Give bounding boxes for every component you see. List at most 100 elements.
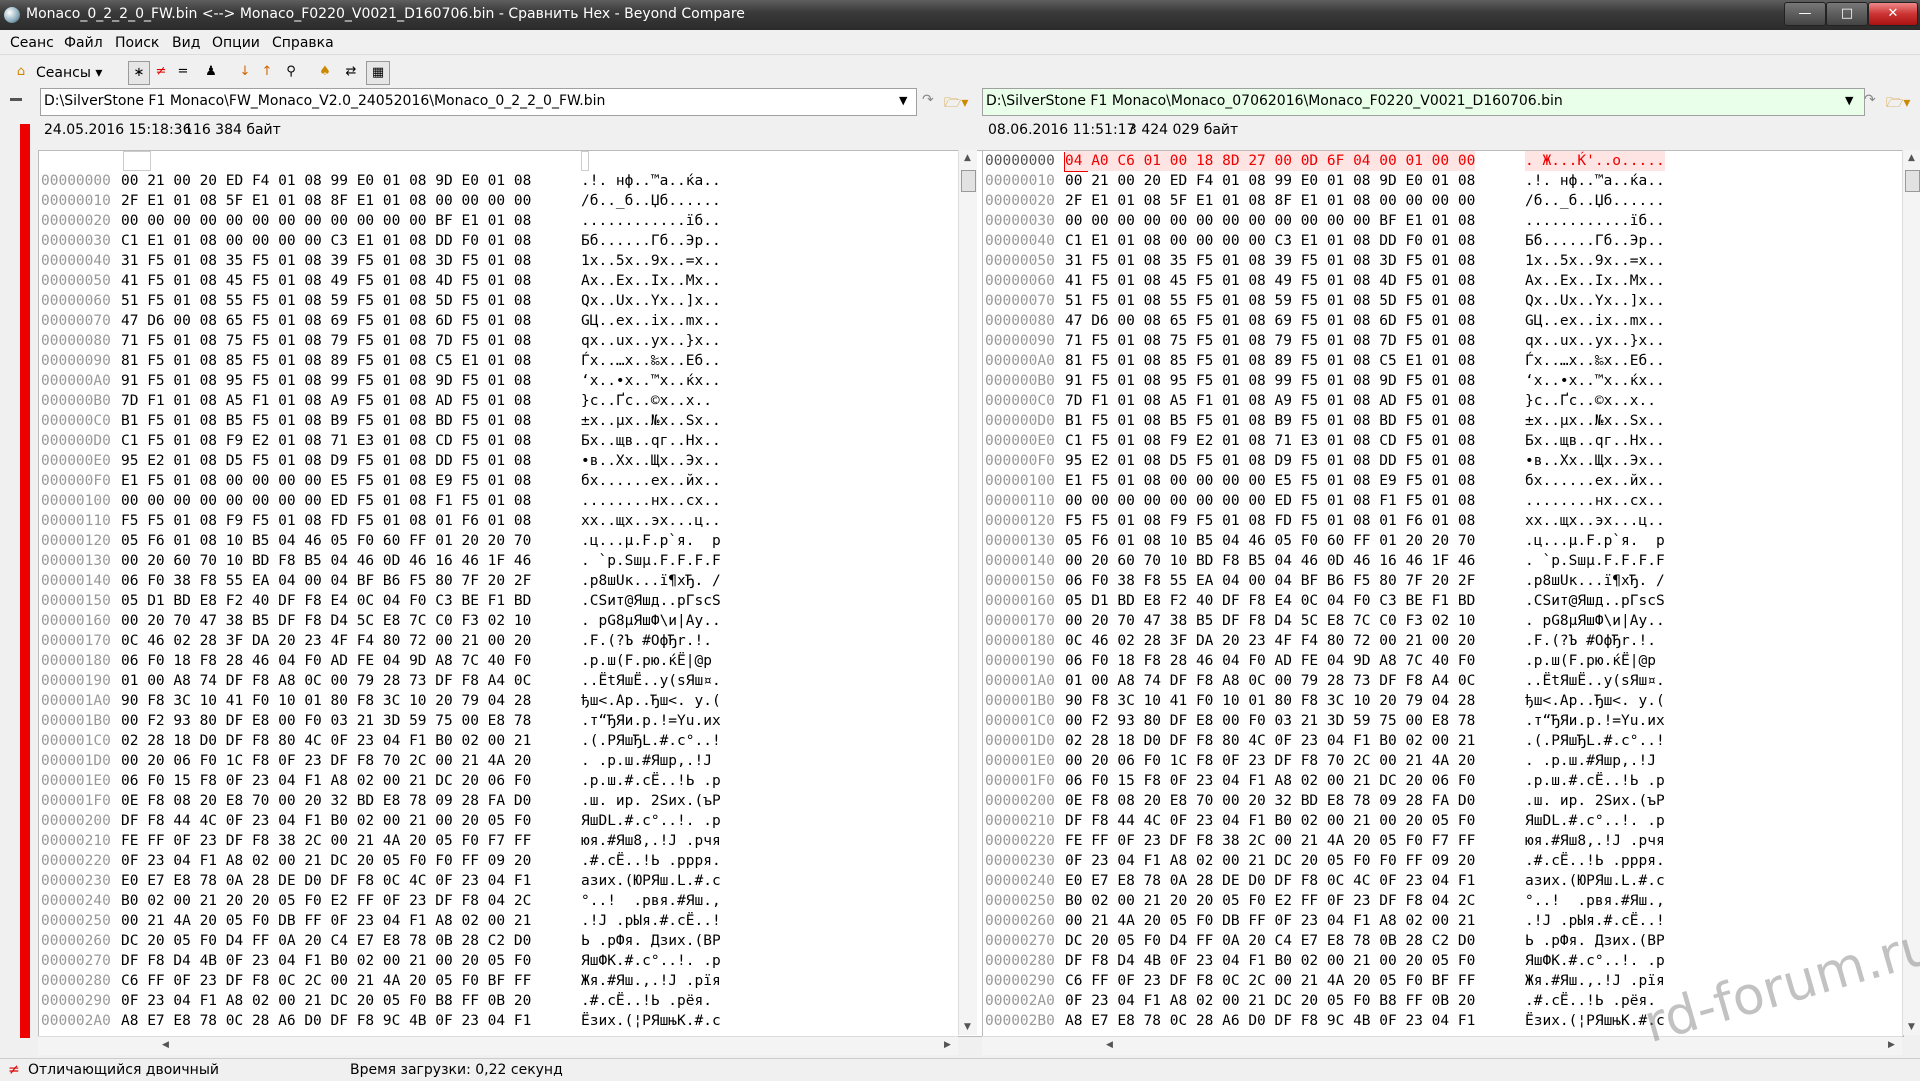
hex-row[interactable]: 00000190 01 00 A8 74 DF F8 A8 0C 00 79 28… [41,671,941,691]
hex-row[interactable]: 000000A0 81 F5 01 08 85 F5 01 08 89 F5 01… [985,351,1885,371]
hex-row[interactable]: 000001D0 02 28 18 D0 DF F8 80 4C 0F 23 04… [985,731,1885,751]
hex-row[interactable]: 000001E0 00 20 06 F0 1C F8 0F 23 DF F8 70… [985,751,1885,771]
hex-row[interactable]: 00000060 41 F5 01 08 45 F5 01 08 49 F5 01… [985,271,1885,291]
hex-row[interactable]: 00000280 C6 FF 0F 23 DF F8 0C 2C 00 21 4A… [41,971,941,991]
left-scroll-thumb[interactable] [961,170,976,192]
left-history-icon[interactable]: ↷ [922,92,934,108]
hex-row[interactable]: 00000240 E0 E7 E8 78 0A 28 DE D0 DF F8 0C… [985,871,1885,891]
left-path-dropdown[interactable]: ▼ [899,89,907,113]
maximize-button[interactable]: □ [1826,2,1868,26]
hex-row[interactable]: 000000D0 C1 F5 01 08 F9 E2 01 08 71 E3 01… [41,431,941,451]
hex-row[interactable]: 00000190 06 F0 18 F8 28 46 04 F0 AD FE 04… [985,651,1885,671]
hex-row[interactable]: 00000160 05 D1 BD E8 F2 40 DF F8 E4 0C 04… [985,591,1885,611]
hex-row[interactable]: 00000250 B0 02 00 21 20 20 05 F0 E2 FF 0F… [985,891,1885,911]
hex-row[interactable]: 00000030 00 00 00 00 00 00 00 00 00 00 00… [985,211,1885,231]
hex-row[interactable]: 000000A0 91 F5 01 08 95 F5 01 08 99 F5 01… [41,371,941,391]
hex-row[interactable]: 000000B0 91 F5 01 08 95 F5 01 08 99 F5 01… [985,371,1885,391]
hex-row[interactable]: 000000C0 B1 F5 01 08 B5 F5 01 08 B9 F5 01… [41,411,941,431]
hex-row[interactable]: 00000130 05 F6 01 08 10 B5 04 46 05 F0 60… [985,531,1885,551]
hex-row[interactable]: 00000030 C1 E1 01 08 00 00 00 00 C3 E1 01… [41,231,941,251]
hex-row[interactable]: 000001F0 0E F8 08 20 E8 70 00 20 32 BD E8… [41,791,941,811]
right-hex-pane[interactable]: 00000000 04 A0 C6 01 00 18 8D 27 00 0D 6F… [982,150,1904,1037]
right-history-icon[interactable]: ↷ [1864,92,1876,108]
right-browse-icon[interactable]: 🗁▾ [1886,92,1910,116]
hex-row[interactable]: 00000270 DC 20 05 F0 D4 FF 0A 20 C4 E7 E8… [985,931,1885,951]
menu-search[interactable]: Поиск [115,35,159,51]
rules-icon[interactable]: ♟ [200,61,222,83]
left-horizontal-scrollbar[interactable]: ◀ ▶ [38,1036,958,1055]
hex-row[interactable]: 00000160 00 20 70 47 38 B5 DF F8 D4 5C E8… [41,611,941,631]
prev-diff-icon[interactable]: ↑ [258,61,276,83]
hex-row[interactable]: 000000B0 7D F1 01 08 A5 F1 01 08 A9 F5 01… [41,391,941,411]
hex-row[interactable]: 00000010 2F E1 01 08 5F E1 01 08 8F E1 01… [41,191,941,211]
menu-session[interactable]: Сеанс [10,35,54,51]
hex-row[interactable]: 00000270 DF F8 D4 4B 0F 23 04 F1 B0 02 00… [41,951,941,971]
hex-row[interactable]: 00000230 E0 E7 E8 78 0A 28 DE D0 DF F8 0C… [41,871,941,891]
minimize-button[interactable]: — [1784,2,1826,26]
sessions-dropdown[interactable]: Сеансы ▾ [36,62,120,84]
left-path-field[interactable]: D:\SilverStone F1 Monaco\FW_Monaco_V2.0_… [40,88,917,116]
binoculars-icon[interactable]: ⚲ [280,61,302,83]
hex-row[interactable]: 000001D0 00 20 06 F0 1C F8 0F 23 DF F8 70… [41,751,941,771]
hex-row[interactable]: 00000240 B0 02 00 21 20 20 05 F0 E2 FF 0F… [41,891,941,911]
hex-row[interactable]: 00000180 0C 46 02 28 3F DA 20 23 4F F4 80… [985,631,1885,651]
hex-row[interactable]: 00000140 06 F0 38 F8 55 EA 04 00 04 BF B6… [41,571,941,591]
hex-row[interactable]: 00000120 F5 F5 01 08 F9 F5 01 08 FD F5 01… [985,511,1885,531]
hex-row[interactable]: 000001C0 02 28 18 D0 DF F8 80 4C 0F 23 04… [41,731,941,751]
swap-icon[interactable]: ♠ [314,61,336,83]
hex-row[interactable]: 00000040 31 F5 01 08 35 F5 01 08 39 F5 01… [41,251,941,271]
refresh-icon[interactable]: ⇄ [340,61,362,83]
hex-row[interactable]: 00000170 0C 46 02 28 3F DA 20 23 4F F4 80… [41,631,941,651]
close-button[interactable]: ✕ [1868,2,1918,26]
hex-row[interactable]: 000001B0 90 F8 3C 10 41 F0 10 01 80 F8 3C… [985,691,1885,711]
diff-overview-bar[interactable] [20,124,30,1038]
hex-row[interactable]: 00000020 2F E1 01 08 5F E1 01 08 8F E1 01… [985,191,1885,211]
hex-row[interactable]: 000000F0 E1 F5 01 08 00 00 00 00 E5 F5 01… [41,471,941,491]
hex-row[interactable]: 00000070 51 F5 01 08 55 F5 01 08 59 F5 01… [985,291,1885,311]
hex-row[interactable]: 00000200 DF F8 44 4C 0F 23 04 F1 B0 02 00… [41,811,941,831]
right-path-dropdown[interactable]: ▼ [1845,89,1853,113]
hex-row[interactable]: 00000220 FE FF 0F 23 DF F8 38 2C 00 21 4A… [985,831,1885,851]
menu-options[interactable]: Опции [212,35,260,51]
hex-row[interactable]: 00000060 51 F5 01 08 55 F5 01 08 59 F5 01… [41,291,941,311]
hex-row[interactable]: 00000020 00 00 00 00 00 00 00 00 00 00 00… [41,211,941,231]
hex-row[interactable]: 00000200 0E F8 08 20 E8 70 00 20 32 BD E8… [985,791,1885,811]
hex-row[interactable]: 00000250 00 21 4A 20 05 F0 DB FF 0F 23 04… [41,911,941,931]
hex-row[interactable]: 000000F0 95 E2 01 08 D5 F5 01 08 D9 F5 01… [985,451,1885,471]
hex-row[interactable]: 00000090 71 F5 01 08 75 F5 01 08 79 F5 01… [985,331,1885,351]
left-hex-pane[interactable]: 00000000 00 21 00 20 ED F4 01 08 99 E0 01… [38,150,984,1037]
hex-row[interactable]: 000000D0 B1 F5 01 08 B5 F5 01 08 B9 F5 01… [985,411,1885,431]
hex-row[interactable]: 00000100 00 00 00 00 00 00 00 00 ED F5 01… [41,491,941,511]
home-icon[interactable]: ⌂ [10,61,32,83]
hex-row[interactable]: 000001A0 01 00 A8 74 DF F8 A8 0C 00 79 28… [985,671,1885,691]
hex-row[interactable]: 00000140 00 20 60 70 10 BD F8 B5 04 46 0D… [985,551,1885,571]
left-browse-icon[interactable]: 🗁▾ [944,92,968,116]
same-filter-icon[interactable]: = [174,61,192,83]
hex-row[interactable]: 00000050 31 F5 01 08 35 F5 01 08 39 F5 01… [985,251,1885,271]
hex-row[interactable]: 00000000 00 21 00 20 ED F4 01 08 99 E0 01… [41,171,941,191]
hex-row[interactable]: 000000C0 7D F1 01 08 A5 F1 01 08 A9 F5 01… [985,391,1885,411]
layout-icon[interactable]: ▦ [366,61,390,85]
right-vertical-scrollbar[interactable]: ▲ ▼ [1902,150,1920,1035]
hex-row[interactable]: 00000180 06 F0 18 F8 28 46 04 F0 AD FE 04… [41,651,941,671]
diffs-filter-icon[interactable]: ≠ [152,61,170,83]
hex-row[interactable]: 00000000 04 A0 C6 01 00 18 8D 27 00 0D 6F… [985,151,1885,171]
hex-row[interactable]: 00000010 00 21 00 20 ED F4 01 08 99 E0 01… [985,171,1885,191]
hex-row[interactable]: 00000150 06 F0 38 F8 55 EA 04 00 04 BF B6… [985,571,1885,591]
left-vertical-scrollbar[interactable]: ▲ ▼ [958,150,977,1035]
hex-row[interactable]: 00000220 0F 23 04 F1 A8 02 00 21 DC 20 05… [41,851,941,871]
menu-file[interactable]: Файл [64,35,103,51]
hex-row[interactable]: 00000210 DF F8 44 4C 0F 23 04 F1 B0 02 00… [985,811,1885,831]
menu-view[interactable]: Вид [172,35,200,51]
hex-row[interactable]: 00000150 05 D1 BD E8 F2 40 DF F8 E4 0C 04… [41,591,941,611]
hex-row[interactable]: 00000080 71 F5 01 08 75 F5 01 08 79 F5 01… [41,331,941,351]
hex-row[interactable]: 00000260 DC 20 05 F0 D4 FF 0A 20 C4 E7 E8… [41,931,941,951]
hex-row[interactable]: 00000080 47 D6 00 08 65 F5 01 08 69 F5 01… [985,311,1885,331]
all-filter-icon[interactable]: ∗ [128,61,150,85]
hex-row[interactable]: 00000110 F5 F5 01 08 F9 F5 01 08 FD F5 01… [41,511,941,531]
hex-row[interactable]: 00000110 00 00 00 00 00 00 00 00 ED F5 01… [985,491,1885,511]
hex-row[interactable]: 000001E0 06 F0 15 F8 0F 23 04 F1 A8 02 00… [41,771,941,791]
hex-row[interactable]: 000002A0 A8 E7 E8 78 0C 28 A6 D0 DF F8 9C… [41,1011,941,1031]
hex-row[interactable]: 000001A0 90 F8 3C 10 41 F0 10 01 80 F8 3C… [41,691,941,711]
hex-row[interactable]: 00000210 FE FF 0F 23 DF F8 38 2C 00 21 4A… [41,831,941,851]
